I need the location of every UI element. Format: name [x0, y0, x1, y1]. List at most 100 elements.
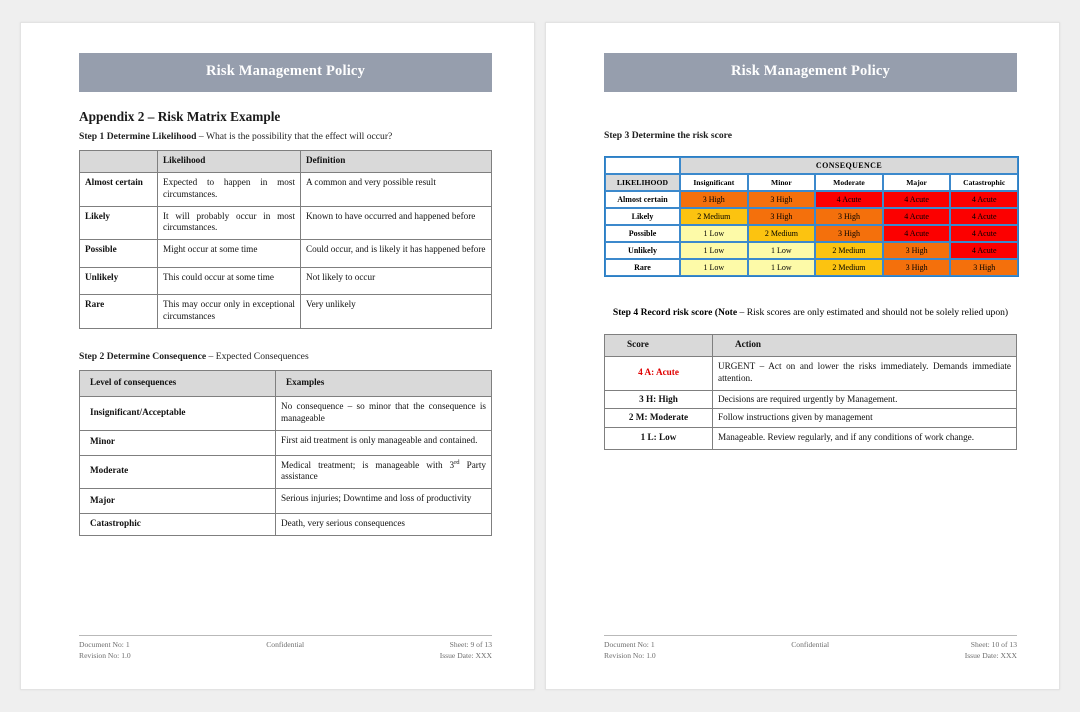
matrix-cell: 4 Acute	[882, 225, 951, 243]
step2-label: Step 2 Determine Consequence	[79, 350, 207, 362]
col-header-examples: Examples	[275, 370, 492, 397]
consequence-example: Death, very serious consequences	[275, 513, 492, 537]
document-page-10: Risk Management Policy Step 3 Determine …	[545, 22, 1060, 690]
matrix-row-possible: Possible 1 Low 2 Medium 3 High 4 Acute 4…	[605, 225, 1018, 243]
matrix-cell: 4 Acute	[815, 191, 883, 209]
matrix-row-unlikely: Unlikely 1 Low 1 Low 2 Medium 3 High 4 A…	[605, 242, 1018, 260]
footer-sheet-number: Sheet: 10 of 13	[970, 640, 1017, 649]
matrix-cell: 1 Low	[747, 259, 816, 277]
appendix-heading: Appendix 2 – Risk Matrix Example	[79, 108, 281, 124]
table-row: 3 H: High Decisions are required urgentl…	[604, 389, 1017, 410]
matrix-cell: 3 High	[815, 208, 883, 226]
matrix-column-header-row: LIKELIHOOD Insignificant Minor Moderate …	[605, 174, 1018, 192]
matrix-consequence-header-row: CONSEQUENCE	[605, 157, 1018, 175]
score-label: 3 H: High	[604, 389, 713, 410]
likelihood-table: Likelihood Definition Almost certain Exp…	[79, 150, 492, 329]
table-row: Minor First aid treatment is only manage…	[79, 429, 492, 456]
table-row: Rare This may occur only in exceptional …	[79, 294, 492, 329]
table-row: Catastrophic Death, very serious consequ…	[79, 513, 492, 537]
table-header-row: Score Action	[604, 334, 1017, 358]
document-page-9: Risk Management Policy Appendix 2 – Risk…	[20, 22, 535, 690]
score-label: 2 M: Moderate	[604, 408, 713, 429]
likelihood-desc: Expected to happen in most circumstances…	[157, 172, 301, 207]
matrix-cell: 3 High	[882, 242, 951, 260]
matrix-likelihood-header: LIKELIHOOD	[605, 174, 680, 192]
page-footer: Document No: 1 Revision No: 1.0 Confiden…	[604, 635, 1017, 661]
matrix-cell: 2 Medium	[747, 225, 816, 243]
table-row: 1 L: Low Manageable. Review regularly, a…	[604, 427, 1017, 450]
page-title-text: Risk Management Policy	[730, 63, 891, 79]
matrix-col-catastrophic: Catastrophic	[950, 174, 1018, 192]
matrix-cell: 2 Medium	[815, 242, 883, 260]
matrix-cell: 1 Low	[747, 242, 816, 260]
footer-revision-no: Revision No: 1.0	[604, 651, 656, 660]
footer-sheet-number: Sheet: 9 of 13	[449, 640, 492, 649]
consequence-example: No consequence – so minor that the conse…	[275, 396, 492, 431]
matrix-cell: 4 Acute	[950, 208, 1018, 226]
consequence-table: Level of consequences Examples Insignifi…	[79, 370, 492, 537]
matrix-cell: 3 High	[950, 259, 1018, 277]
step3-heading: Step 3 Determine the risk score	[604, 130, 1017, 142]
step2-heading: Step 2 Determine Consequence – Expected …	[79, 351, 492, 363]
consequence-level: Major	[79, 488, 276, 515]
table-row: Almost certain Expected to happen in mos…	[79, 172, 492, 207]
col-header-blank	[79, 150, 158, 174]
matrix-col-major: Major	[882, 174, 951, 192]
likelihood-definition: Could occur, and is likely it has happen…	[300, 239, 492, 269]
consequence-level: Minor	[79, 429, 276, 456]
likelihood-level: Possible	[79, 239, 158, 269]
matrix-cell: 1 Low	[680, 259, 748, 277]
step4-rest: – Risk scores are only estimated and sho…	[737, 307, 1009, 319]
table-row: Moderate Medical treatment; is manageabl…	[79, 454, 492, 490]
footer-left: Document No: 1 Revision No: 1.0	[79, 639, 131, 661]
score-label: 4 A: Acute	[604, 356, 713, 391]
step1-rest: – What is the possibility that the effec…	[196, 130, 393, 142]
table-row: Insignificant/Acceptable No consequence …	[79, 396, 492, 431]
score-action: Decisions are required urgently by Manag…	[712, 389, 1017, 410]
footer-right: Sheet: 10 of 13 Issue Date: XXX	[965, 639, 1017, 661]
likelihood-desc: Might occur at some time	[157, 239, 301, 269]
footer-issue-date: Issue Date: XXX	[964, 651, 1017, 660]
score-label: 1 L: Low	[604, 427, 713, 450]
matrix-col-minor: Minor	[747, 174, 816, 192]
matrix-rowhead-rare: Rare	[605, 259, 680, 277]
matrix-cell: 4 Acute	[950, 191, 1018, 209]
step2-rest: – Expected Consequences	[206, 350, 309, 362]
likelihood-desc: This could occur at some time	[157, 267, 301, 296]
likelihood-level: Rare	[79, 294, 158, 329]
risk-matrix-wrap: CONSEQUENCE LIKELIHOOD Insignificant Min…	[604, 156, 1019, 278]
consequence-level: Insignificant/Acceptable	[79, 396, 276, 431]
score-action: Manageable. Review regularly, and if any…	[712, 427, 1017, 450]
page-title-banner: Risk Management Policy	[79, 53, 492, 92]
page-footer: Document No: 1 Revision No: 1.0 Confiden…	[79, 635, 492, 661]
matrix-rowhead-likely: Likely	[605, 208, 680, 226]
footer-confidential: Confidential	[266, 640, 305, 649]
consequence-example: Serious injuries; Downtime and loss of p…	[275, 488, 492, 515]
likelihood-desc: It will probably occur in most circumsta…	[157, 205, 301, 241]
consequence-example: First aid treatment is only manageable a…	[275, 429, 492, 456]
matrix-col-moderate: Moderate	[815, 174, 883, 192]
footer-confidential: Confidential	[791, 640, 830, 649]
table-row: Likely It will probably occur in most ci…	[79, 205, 492, 241]
score-action: URGENT – Act on and lower the risks imme…	[712, 356, 1017, 391]
consequence-level: Moderate	[79, 454, 276, 490]
likelihood-definition: Not likely to occur	[300, 267, 492, 296]
col-header-score: Score	[604, 334, 713, 358]
table-row: Unlikely This could occur at some time N…	[79, 267, 492, 296]
consequence-level: Catastrophic	[79, 513, 276, 537]
matrix-cell: 4 Acute	[950, 225, 1018, 243]
matrix-rowhead-almost-certain: Almost certain	[605, 191, 680, 209]
matrix-row-likely: Likely 2 Medium 3 High 3 High 4 Acute 4 …	[605, 208, 1018, 226]
footer-revision-no: Revision No: 1.0	[79, 651, 131, 660]
matrix-cell: 4 Acute	[882, 191, 951, 209]
matrix-cell: 2 Medium	[680, 208, 748, 226]
step3-label: Step 3 Determine the risk score	[604, 129, 732, 141]
score-action-table: Score Action 4 A: Acute URGENT – Act on …	[604, 334, 1017, 450]
likelihood-level: Almost certain	[79, 172, 158, 207]
likelihood-level: Likely	[79, 205, 158, 241]
likelihood-level: Unlikely	[79, 267, 158, 296]
step4-label: Step 4 Record risk score (Note	[612, 307, 738, 319]
footer-right: Sheet: 9 of 13 Issue Date: XXX	[440, 639, 492, 661]
likelihood-definition: Known to have occurred and happened befo…	[300, 205, 492, 241]
score-action: Follow instructions given by management	[712, 408, 1017, 429]
